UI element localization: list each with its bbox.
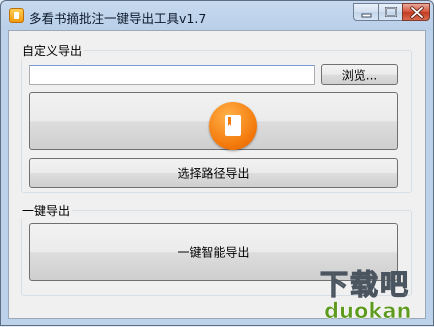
one-click-export-legend: 一键导出: [20, 202, 73, 219]
watermark-top-text: 下载吧: [320, 268, 410, 301]
book-export-button[interactable]: [29, 92, 398, 150]
close-icon: [410, 6, 424, 19]
select-path-export-label: 选择路径导出: [177, 166, 250, 181]
watermark: 下载吧 duokan: [300, 262, 430, 324]
minimize-icon: [361, 13, 372, 18]
browse-label: 浏览...: [341, 68, 378, 82]
app-icon: [9, 8, 24, 23]
watermark-logo: 下载吧 duokan: [319, 267, 412, 323]
orange-circle: [209, 102, 257, 150]
title-bar[interactable]: 多看书摘批注一键导出工具v1.7: [1, 1, 433, 29]
book-icon: [225, 115, 241, 136]
select-path-export-button[interactable]: 选择路径导出: [29, 158, 398, 188]
path-input[interactable]: [29, 65, 315, 85]
watermark-bottom-text: duokan: [324, 299, 412, 323]
maximize-button[interactable]: [378, 3, 403, 21]
window-title: 多看书摘批注一键导出工具v1.7: [29, 11, 207, 26]
minimize-button[interactable]: [353, 3, 379, 21]
browse-button[interactable]: 浏览...: [321, 64, 398, 85]
maximize-icon: [385, 7, 397, 17]
custom-export-legend: 自定义导出: [20, 42, 85, 59]
smart-export-label: 一键智能导出: [177, 245, 250, 260]
close-button[interactable]: [402, 3, 430, 21]
